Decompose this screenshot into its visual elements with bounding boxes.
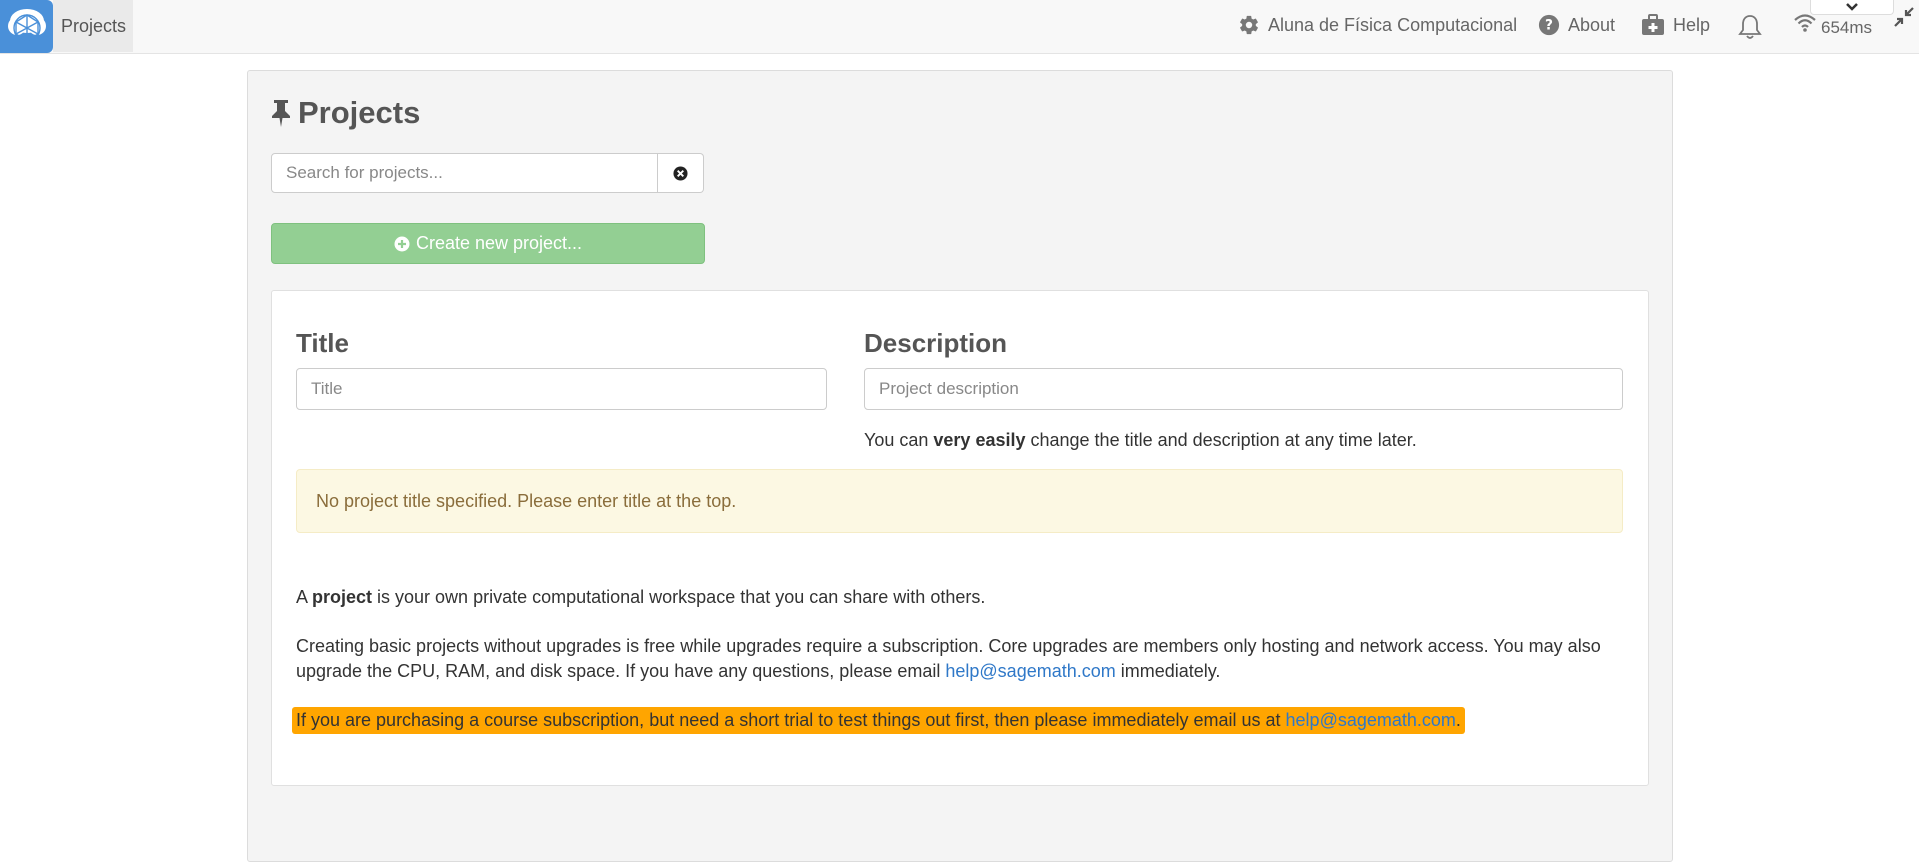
question-circle-icon: ? (1538, 14, 1560, 36)
account-nav-item[interactable]: Aluna de Física Computacional (1238, 14, 1517, 36)
connection-status[interactable]: 654ms (1793, 14, 1872, 38)
bell-icon (1738, 15, 1762, 39)
projects-nav-label: Projects (61, 15, 127, 36)
plus-circle-icon (394, 236, 410, 251)
description-label: Description (864, 328, 1008, 358)
collapse-topbar-button[interactable] (1810, 0, 1894, 15)
no-title-warning: No project title specified. Please enter… (296, 469, 1623, 533)
search-input[interactable] (271, 153, 658, 193)
project-search (271, 153, 704, 193)
hint-bold: very easily (933, 430, 1026, 450)
hint-suffix: change the title and description at any … (1025, 430, 1417, 450)
warning-text: No project title specified. Please enter… (316, 490, 737, 511)
course-trial-notice: If you are purchasing a course subscript… (292, 707, 1465, 734)
compress-icon[interactable] (1893, 6, 1915, 33)
gear-icon (1240, 15, 1258, 35)
page-title-text: Projects (298, 95, 421, 130)
times-circle-icon (673, 165, 688, 181)
help-email-link[interactable]: help@sagemath.com (945, 661, 1115, 681)
account-label: Aluna de Física Computacional (1268, 14, 1518, 35)
help-label: Help (1673, 14, 1711, 35)
chevron-down-icon (1846, 3, 1858, 11)
p1-bold: project (312, 587, 373, 607)
svg-text:?: ? (1545, 18, 1553, 34)
p1-suffix: is your own private computational worksp… (372, 587, 986, 607)
description-input[interactable] (864, 368, 1623, 410)
trial-suffix: . (1455, 710, 1461, 730)
about-nav-item[interactable]: ? About (1538, 14, 1615, 36)
title-input[interactable] (296, 368, 827, 410)
top-navbar: Projects Aluna de Física Computacional ?… (0, 0, 1919, 54)
about-label: About (1568, 14, 1616, 35)
ping-label: 654ms (1821, 18, 1873, 37)
p1-prefix: A (296, 587, 313, 607)
project-definition-paragraph: A project is your own private computatio… (296, 585, 1626, 610)
hint-prefix: You can (864, 430, 934, 450)
notifications-nav-item[interactable] (1737, 13, 1771, 41)
thumbtack-icon (272, 100, 290, 127)
projects-nav-tab[interactable]: Projects (53, 0, 133, 52)
upgrades-paragraph: Creating basic projects without upgrades… (296, 634, 1626, 684)
p2-suffix: immediately. (1115, 661, 1221, 681)
edit-later-hint: You can very easily change the title and… (864, 430, 1417, 451)
create-new-project-button[interactable]: Create new project... (271, 223, 705, 264)
help-nav-item[interactable]: Help (1641, 14, 1710, 36)
trial-email-link[interactable]: help@sagemath.com (1286, 710, 1456, 730)
create-button-label: Create new project... (415, 233, 583, 253)
title-label: Title (296, 328, 349, 358)
wifi-icon (1794, 14, 1816, 32)
medkit-icon (1642, 14, 1664, 35)
page-title: Projects (270, 95, 420, 131)
clear-search-button[interactable] (658, 153, 704, 193)
trial-text: If you are purchasing a course subscript… (296, 710, 1286, 730)
cocalc-logo-icon[interactable] (0, 0, 53, 53)
